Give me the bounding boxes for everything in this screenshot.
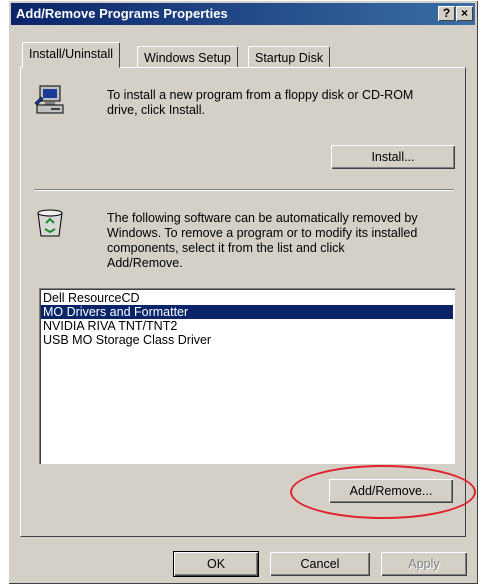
cancel-button[interactable]: Cancel bbox=[270, 552, 370, 576]
help-button[interactable]: ? bbox=[438, 6, 455, 21]
tab-windows-setup[interactable]: Windows Setup bbox=[137, 46, 238, 68]
title-bar[interactable]: Add/Remove Programs Properties ? × bbox=[11, 3, 475, 25]
ok-button[interactable]: OK bbox=[174, 552, 258, 576]
tab-panel bbox=[20, 67, 466, 537]
apply-button[interactable]: Apply bbox=[381, 552, 467, 576]
window-title: Add/Remove Programs Properties bbox=[16, 6, 228, 21]
tab-install-uninstall[interactable]: Install/Uninstall bbox=[22, 42, 121, 68]
close-button[interactable]: × bbox=[456, 6, 473, 21]
add-remove-programs-dialog: Add/Remove Programs Properties ? × Insta… bbox=[8, 0, 478, 584]
tab-startup-disk[interactable]: Startup Disk bbox=[248, 46, 331, 68]
